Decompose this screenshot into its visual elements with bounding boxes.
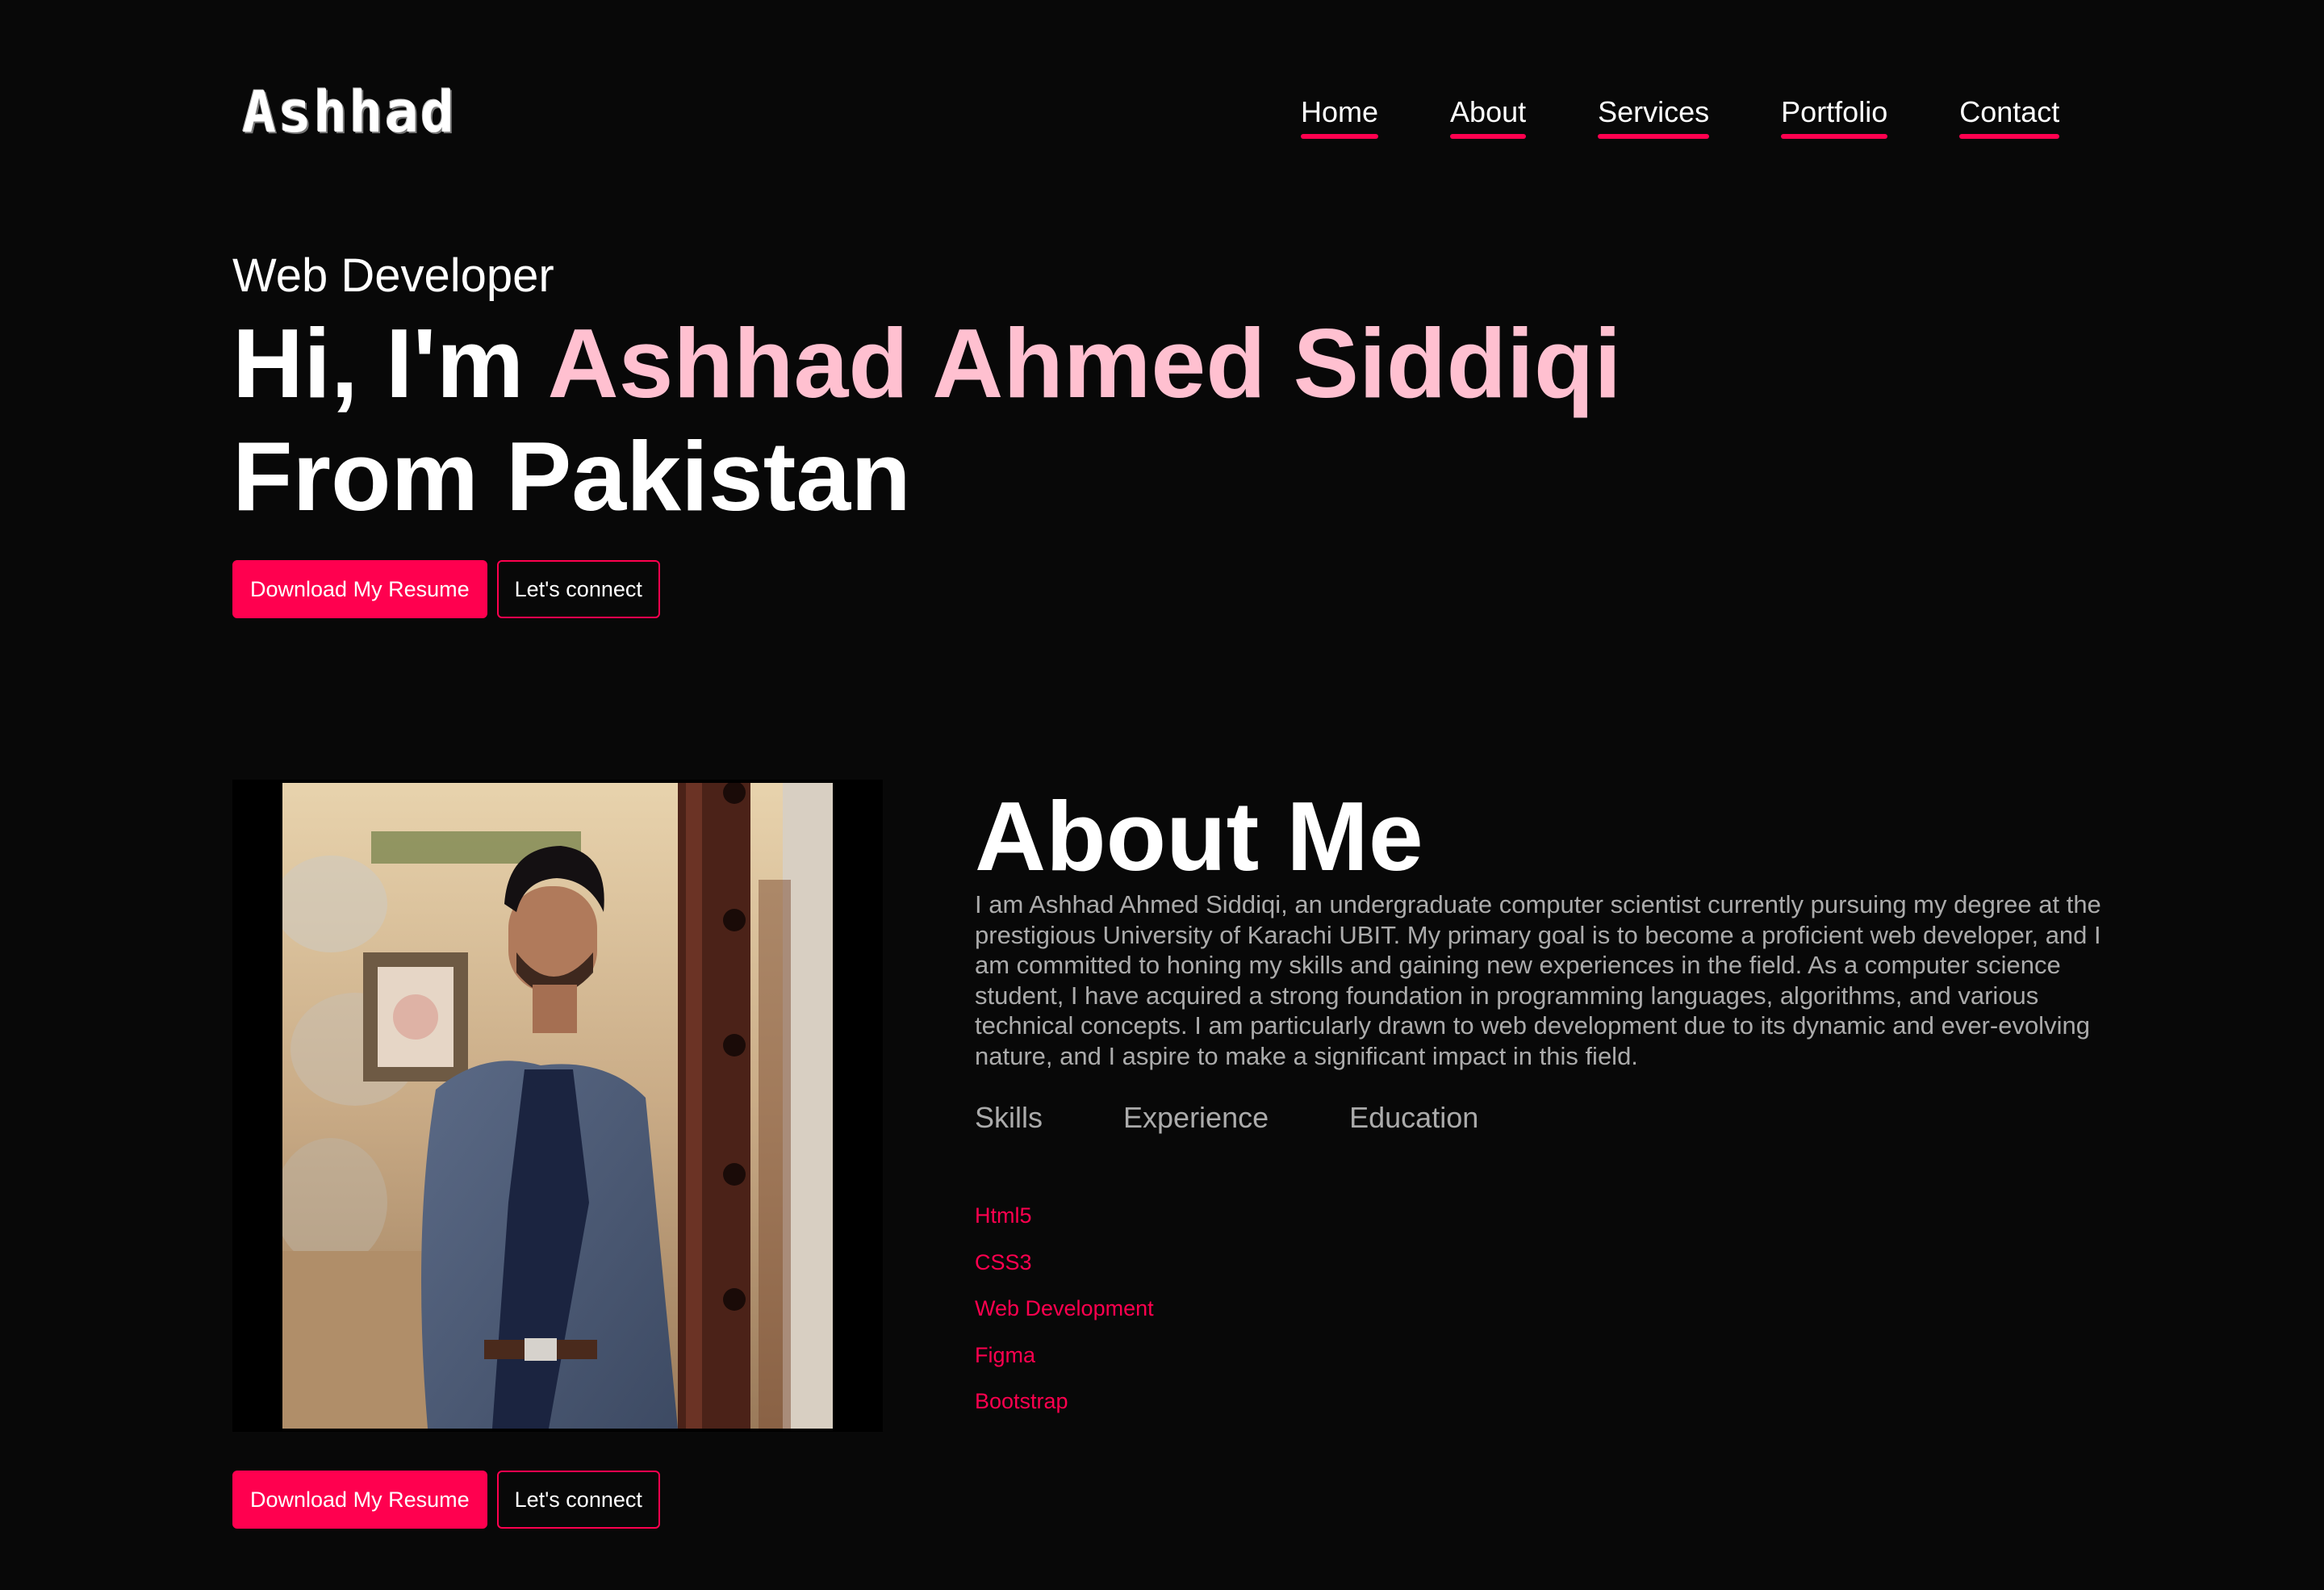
profile-photo-frame: [232, 780, 883, 1432]
nav-link-services[interactable]: Services: [1598, 95, 1710, 139]
skill-item-figma: Figma: [975, 1342, 1036, 1367]
hero-button-row: Download My Resume Let's connect: [232, 560, 660, 618]
skill-item-bootstrap: Bootstrap: [975, 1389, 1068, 1413]
lets-connect-button-about[interactable]: Let's connect: [496, 1471, 660, 1529]
skill-item-html5: Html5: [975, 1203, 1032, 1228]
nav-link-portfolio[interactable]: Portfolio: [1781, 95, 1888, 139]
tab-education[interactable]: Education: [1349, 1101, 1478, 1135]
about-title: About Me: [975, 781, 1423, 891]
hero-origin: From Pakistan: [232, 421, 911, 531]
skill-item-web-development: Web Development: [975, 1296, 1154, 1320]
about-paragraph: I am Ashhad Ahmed Siddiqi, an undergradu…: [975, 890, 2101, 1070]
profile-photo: [282, 783, 833, 1429]
about-tabs: Skills Experience Education: [975, 1101, 1559, 1135]
nav-link-contact[interactable]: Contact: [1959, 95, 2060, 139]
tab-skills[interactable]: Skills: [975, 1101, 1043, 1135]
hero-greeting: Hi, I'm: [232, 308, 548, 418]
download-resume-button-about[interactable]: Download My Resume: [232, 1471, 487, 1529]
nav-link-home[interactable]: Home: [1301, 95, 1379, 139]
hero-subtitle: Web Developer: [232, 249, 554, 302]
skills-list: Html5 CSS3 Web Development Figma Bootstr…: [975, 1203, 1154, 1435]
hero-name: Ashhad Ahmed Siddiqi: [547, 308, 1622, 418]
profile-photo-illustration: [282, 783, 833, 1429]
main-nav: Home About Services Portfolio Contact: [1301, 95, 2060, 139]
hero-title: Hi, I'm Ashhad Ahmed Siddiqi From Pakist…: [232, 307, 1621, 533]
lets-connect-button[interactable]: Let's connect: [496, 560, 660, 618]
site-logo[interactable]: Ashhad: [242, 79, 456, 145]
about-button-row: Download My Resume Let's connect: [232, 1471, 660, 1529]
download-resume-button[interactable]: Download My Resume: [232, 560, 487, 618]
skill-item-css3: CSS3: [975, 1249, 1032, 1274]
tab-experience[interactable]: Experience: [1123, 1101, 1269, 1135]
nav-link-about[interactable]: About: [1450, 95, 1527, 139]
